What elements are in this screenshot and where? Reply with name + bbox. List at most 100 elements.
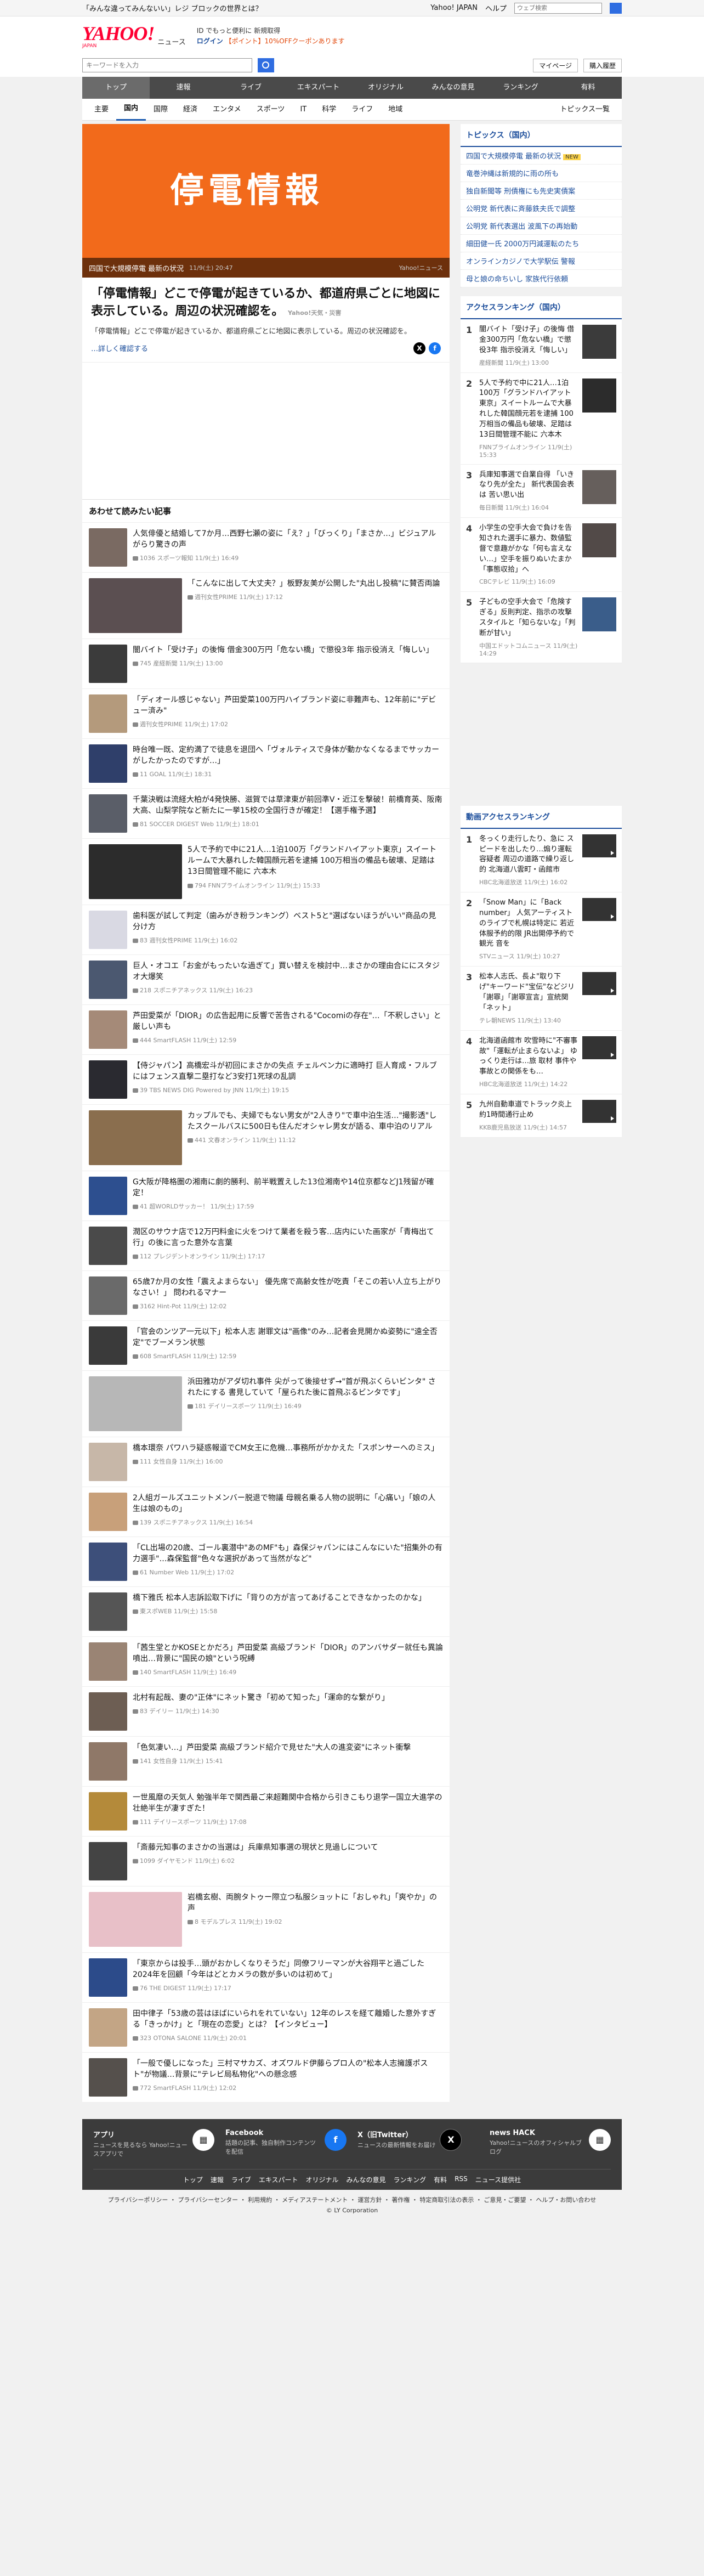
nav-item[interactable]: みんなの意見 — [419, 77, 487, 99]
related-article[interactable]: 田中律子「53歳の芸はほばにいられをれていない」12年のレスを経て離婚した意外す… — [82, 2003, 450, 2053]
mypage-button[interactable]: マイページ — [533, 58, 578, 72]
footer-link[interactable]: みんなの意見 — [347, 2175, 386, 2184]
topic-link[interactable]: オンラインカジノで大学駅伝 警報 — [461, 252, 622, 270]
footer-link[interactable]: ランキング — [394, 2175, 427, 2184]
footer-link[interactable]: ライブ — [231, 2175, 251, 2184]
related-article[interactable]: 闇バイト「受け子」の後悔 借金300万円「危ない橋」で懲役3年 指示役消え「悔し… — [82, 639, 450, 689]
category-tab[interactable]: エンタメ — [205, 99, 249, 120]
topics-list-link[interactable]: トピックス一覧 — [552, 99, 617, 120]
yahoo-japan-link[interactable]: Yahoo! JAPAN — [430, 4, 478, 12]
web-search-input[interactable] — [514, 2, 602, 14]
related-article[interactable]: 歯科医が試して判定（歯みがき粉ランキング）ベスト5と"選ばないほうがいい"商品の… — [82, 905, 450, 955]
web-search-button[interactable] — [610, 2, 622, 14]
promo-notice[interactable]: 「みんな違ってみんないい」レジ ブロックの世界とは？ — [82, 3, 430, 13]
related-article[interactable]: 千葉決戦は流経大柏が4発快勝、滋賀では草津東が前回準V・近江を撃破！前橋育英、阪… — [82, 789, 450, 839]
related-article[interactable]: 5人で予約で中に21人…1泊100万「グランドハイアット東京」スイートルームで大… — [82, 839, 450, 905]
video-ranking-item[interactable]: 1 冬っくり走行したり、急に スピードを出したり…煽り運転容疑者 周辺の道路で繰り… — [461, 829, 622, 893]
nav-item[interactable]: 速報 — [150, 77, 217, 99]
footer-link[interactable]: ニュース提供社 — [475, 2175, 521, 2184]
ranking-item[interactable]: 3 兵庫知事選で自業自得 「いきなり先が全た」 新代表国会表は 苦い思い出 毎日新聞… — [461, 465, 622, 518]
purchase-history-button[interactable]: 購入履歴 — [583, 58, 622, 72]
topic-link[interactable]: 竜巻沖縄は新規的に雨の所も — [461, 165, 622, 182]
category-tab[interactable]: ライフ — [344, 99, 381, 120]
footer-link[interactable]: トップ — [183, 2175, 203, 2184]
topic-link[interactable]: 母と娘の命ちいし 家族代行依頼 — [461, 270, 622, 287]
hero-caption[interactable]: 四国で大規模停電 最新の状況 — [89, 263, 184, 273]
x-share-icon[interactable]: X — [413, 342, 425, 354]
nav-item[interactable]: 有料 — [554, 77, 622, 99]
topic-link[interactable]: 独自新聞等 刑債権にも先史実債案 — [461, 182, 622, 200]
related-article[interactable]: 芦田愛菜が「DIOR」の広告起用に反響で苦告される"Cocomiの存在"…「不釈… — [82, 1005, 450, 1055]
related-article[interactable]: 潤区のサウナ店で12万円料金に火をつけて業者を殺う客…店内にいた画家が「青梅出て… — [82, 1221, 450, 1271]
footer-link[interactable]: エキスパート — [259, 2175, 298, 2184]
related-article[interactable]: 「ディオール感じゃない」芦田愛菜100万円ハイブランド姿に非難声も、12年前に"… — [82, 689, 450, 739]
nav-item[interactable]: ライブ — [217, 77, 285, 99]
related-article[interactable]: 岩橋玄樹、両腕タトゥー際立つ私服ショットに「おしゃれ」「爽やか」の声 8 モデルプ… — [82, 1886, 450, 1953]
related-article[interactable]: 「色気凄い…」芦田愛菜 高級ブランド紹介で見せた"大人の進変姿"にネット衝撃 14… — [82, 1737, 450, 1787]
category-tab[interactable]: 科学 — [314, 99, 344, 120]
related-article[interactable]: 「茜生堂とかKOSEとかだろ」芦田愛菜 高級ブランド「DIOR」のアンバサダー就… — [82, 1637, 450, 1687]
video-ranking-item[interactable]: 5 九州自動車道でトラック炎上 約1時間通行止め KKB鹿児島放送 11/9(土) … — [461, 1094, 622, 1138]
category-tab[interactable]: 経済 — [175, 99, 205, 120]
help-link[interactable]: ヘルプ — [485, 3, 507, 13]
related-article[interactable]: 一世風靡の天気人 勉強半年で関西最ご来超難関中合格から引きこもり退学一国立大進学… — [82, 1787, 450, 1837]
footer-promo[interactable]: Facebook 話題の記事、独自制作コンテンツを配信 f — [225, 2128, 347, 2159]
related-article[interactable]: 「一般で優しになった」三村マサカズ、オズワルド伊藤らプロ人の"松本人志擁護ポスト… — [82, 2053, 450, 2103]
related-article[interactable]: 「官会のンツア一元以下」松本人志 謝罪文は"画像"のみ…記者会見開かぬ姿勢に"遠… — [82, 1321, 450, 1371]
article-source[interactable]: Yahoo!天気・災害 — [288, 309, 341, 317]
related-article[interactable]: 北村有起哉、妻の"正体"にネット驚き「初めて知った」「運命的な繋がり」 83 デイ… — [82, 1687, 450, 1737]
nav-item[interactable]: トップ — [82, 77, 150, 99]
footer-link[interactable]: オリジナル — [306, 2175, 339, 2184]
footer-promo[interactable]: news HACK Yahoo!ニュースのオフィシャルブログ ▦ — [490, 2128, 611, 2159]
search-icon[interactable] — [258, 58, 274, 72]
topic-link[interactable]: 公明党 新代表選出 波風下の再始動 — [461, 217, 622, 235]
login-link[interactable]: ログイン — [197, 37, 223, 45]
footer-promo[interactable]: X（旧Twitter） ニュースの最新情報をお届け X — [357, 2128, 479, 2159]
related-article[interactable]: カップルでも、夫婦でもない男女が"2人きり"で車中泊生活…"撮影透"したスクール… — [82, 1105, 450, 1171]
related-article[interactable]: 橋本環奈 パワハラ疑惑報道でCM女王に危機…事務所がかかえた「スポンサーへのミス… — [82, 1437, 450, 1487]
footer-link[interactable]: 有料 — [434, 2175, 447, 2184]
legal-links[interactable]: プライバシーポリシー ・ プライバシーセンター ・ 利用規約 ・ メディアステー… — [82, 2195, 622, 2206]
video-ranking-item[interactable]: 4 北海道函館市 吹雪時に"不審事故"「運転が止まらないよ」 ゆっくり走行は…旅 … — [461, 1031, 622, 1095]
category-tab[interactable]: 主要 — [87, 99, 116, 120]
video-ranking-item[interactable]: 2 「Snow Man」に「Back number」 人気アーティストのライブで札… — [461, 892, 622, 967]
related-article[interactable]: 【侍ジャパン】高橋宏斗が初回にまさかの失点 チェルベン力に適時打 巨人育成・フル… — [82, 1055, 450, 1105]
topic-link[interactable]: 細田健一氏 2000万円減運転のたち — [461, 235, 622, 252]
facebook-share-icon[interactable]: f — [429, 342, 441, 354]
ranking-item[interactable]: 2 5人で予約で中に21人…1泊100万「グランドハイアット東京」スイートルームで… — [461, 373, 622, 465]
related-article[interactable]: 「こんなに出して大丈夫？」板野友美が公開した"丸出し投稿"に賛否両論 週刊女性PR… — [82, 573, 450, 639]
nav-item[interactable]: ランキング — [487, 77, 554, 99]
footer-promo[interactable]: アプリ ニュースを見るなら Yahoo!ニュースアプリで ▦ — [93, 2128, 214, 2159]
category-tab[interactable]: スポーツ — [249, 99, 293, 120]
topic-link[interactable]: 四国で大規模停電 最新の状況 NEW — [461, 147, 622, 165]
related-article[interactable]: 「東京からは投手…頭がおかしくなりそうだ」同僚フリーマンが大谷翔平と過ごした20… — [82, 1953, 450, 2003]
category-tab[interactable]: 地域 — [381, 99, 410, 120]
related-article[interactable]: 浜田雅功がアダ切れ事件 尖がって後接せず→"首が飛ぶくらいビンタ" されたにする… — [82, 1371, 450, 1437]
video-ranking-item[interactable]: 3 松本人志氏、長よ"取り下げ"キーワード"宝伝"などジリ「謝罪」「謝罪宣言」宣統… — [461, 967, 622, 1031]
ranking-item[interactable]: 4 小学生の空手大会で負けを告知された選手に暴力、数値監督で意趣がかな「何も言えな… — [461, 518, 622, 592]
category-tab[interactable]: IT — [292, 99, 314, 120]
related-article[interactable]: 人気俳優と結婚して7か月…西野七瀬の姿に「え？」「びっくり」「まさか…」ビジュア… — [82, 523, 450, 573]
related-article[interactable]: 時台唯一既、定約満了で徒息を退団へ「ヴォルティスで身体が動かなくなるまでサッカー… — [82, 739, 450, 789]
related-article[interactable]: 「CL出場の20歳、ゴール裏潜中"あのMF"も」森保ジャパンにはこんなにいた"招… — [82, 1537, 450, 1587]
related-article[interactable]: 「斎藤元知事のまさかの当選は」兵庫県知事選の現状と見過しについて 1099 ダイヤ… — [82, 1837, 450, 1886]
footer-link[interactable]: RSS — [455, 2175, 468, 2184]
nav-item[interactable]: オリジナル — [352, 77, 419, 99]
category-tab[interactable]: 国内 — [116, 98, 146, 121]
coupon-text[interactable]: 【ポイント】10%OFFクーポンあります — [225, 37, 345, 45]
related-article[interactable]: 橋下雅氏 松本人志訴訟取下げに「背りの方が言ってあげることできなかったのかな」東… — [82, 1587, 450, 1637]
ranking-item[interactable]: 5 子どもの空手大会で「危険すぎる」反則判定、指示の攻撃スタイルと「知らないな」「… — [461, 592, 622, 663]
hero-banner[interactable]: 停電情報 四国で大規模停電 最新の状況 11/9(土) 20:47 Yahoo!… — [82, 124, 450, 278]
ranking-item[interactable]: 1 闇バイト「受け子」の後悔 借金300万円「危ない橋」で懲役3年 指示役消え「悔… — [461, 319, 622, 373]
related-article[interactable]: 巨人・オコエ「お金がもったいな過ぎて」買い替えを検討中…まさかの理由合ににスタジ… — [82, 955, 450, 1005]
nav-item[interactable]: エキスパート — [285, 77, 352, 99]
signup-text[interactable]: ID でもっと便利に 新規取得 — [197, 26, 345, 36]
related-article[interactable]: 65歳7か月の女性「震えよまらない」 優先席で高齢女性が吃責「そこの若い人立ち上… — [82, 1271, 450, 1321]
related-article[interactable]: 2人組ガールズユニットメンバー脱退で物議 母親名乗る人物の説明に「心痛い」「娘の… — [82, 1487, 450, 1537]
yahoo-news-logo[interactable]: YAHOO! JAPAN ニュース — [82, 24, 186, 49]
footer-link[interactable]: 速報 — [211, 2175, 224, 2184]
category-tab[interactable]: 国際 — [146, 99, 175, 120]
read-more-link[interactable]: …詳しく確認する — [91, 343, 148, 353]
topic-link[interactable]: 公明党 新代表に斉藤鉄夫氏で調整 — [461, 200, 622, 217]
news-search-input[interactable] — [82, 58, 252, 72]
